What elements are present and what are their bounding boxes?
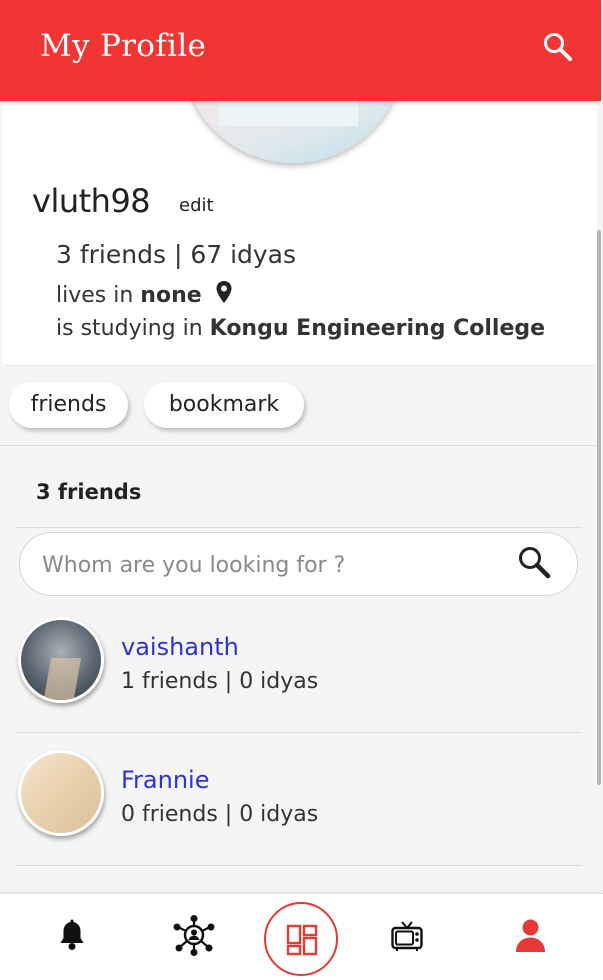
- college-name: Kongu Engineering College: [209, 316, 546, 341]
- username: vluth98: [32, 182, 151, 220]
- friend-search-input[interactable]: [40, 547, 504, 583]
- friend-name[interactable]: Frannie: [121, 766, 210, 794]
- friend-stats: 0 friends | 0 idyas: [121, 802, 319, 827]
- divider: [0, 445, 597, 446]
- scrollbar[interactable]: [597, 230, 601, 785]
- profile-stats: 3 friends | 67 idyas: [56, 240, 297, 269]
- lives-in-label: lives in: [56, 283, 134, 308]
- profile-avatar[interactable]: [182, 101, 404, 163]
- friend-list-item[interactable]: vaishanth 1 friends | 0 idyas: [16, 617, 582, 749]
- page-title: My Profile: [40, 28, 207, 64]
- friend-search-box: [19, 532, 578, 596]
- network-icon[interactable]: [172, 914, 216, 960]
- search-icon[interactable]: [517, 545, 551, 579]
- lives-in-value: none: [140, 283, 202, 308]
- tab-friends[interactable]: friends: [9, 382, 128, 428]
- app-bar: My Profile: [0, 0, 601, 101]
- dashboard-button[interactable]: [264, 902, 338, 976]
- profile-card: vluth98 edit 3 friends | 67 idyas lives …: [2, 101, 597, 366]
- studying-line: is studying in Kongu Engineering College: [56, 316, 545, 341]
- lives-in-line: lives in none: [56, 280, 233, 308]
- friends-count-heading: 3 friends: [36, 480, 142, 504]
- user-icon[interactable]: [515, 919, 546, 956]
- friend-name[interactable]: vaishanth: [121, 633, 239, 661]
- friend-stats: 1 friends | 0 idyas: [121, 669, 319, 694]
- tab-bookmark[interactable]: bookmark: [144, 382, 304, 428]
- bottom-nav: [0, 893, 603, 980]
- location-pin-icon: [215, 280, 233, 304]
- search-icon[interactable]: [542, 31, 574, 63]
- divider: [16, 865, 582, 866]
- studying-label: is studying in: [56, 316, 203, 341]
- divider: [16, 527, 582, 528]
- friend-list-item[interactable]: Frannie 0 friends | 0 idyas: [16, 750, 582, 882]
- dashboard-icon: [286, 924, 318, 960]
- tv-icon[interactable]: [391, 920, 423, 956]
- friend-avatar[interactable]: [18, 750, 104, 836]
- bell-icon[interactable]: [58, 919, 86, 955]
- friend-avatar[interactable]: [18, 617, 104, 703]
- divider: [16, 732, 582, 733]
- edit-profile-link[interactable]: edit: [179, 195, 214, 216]
